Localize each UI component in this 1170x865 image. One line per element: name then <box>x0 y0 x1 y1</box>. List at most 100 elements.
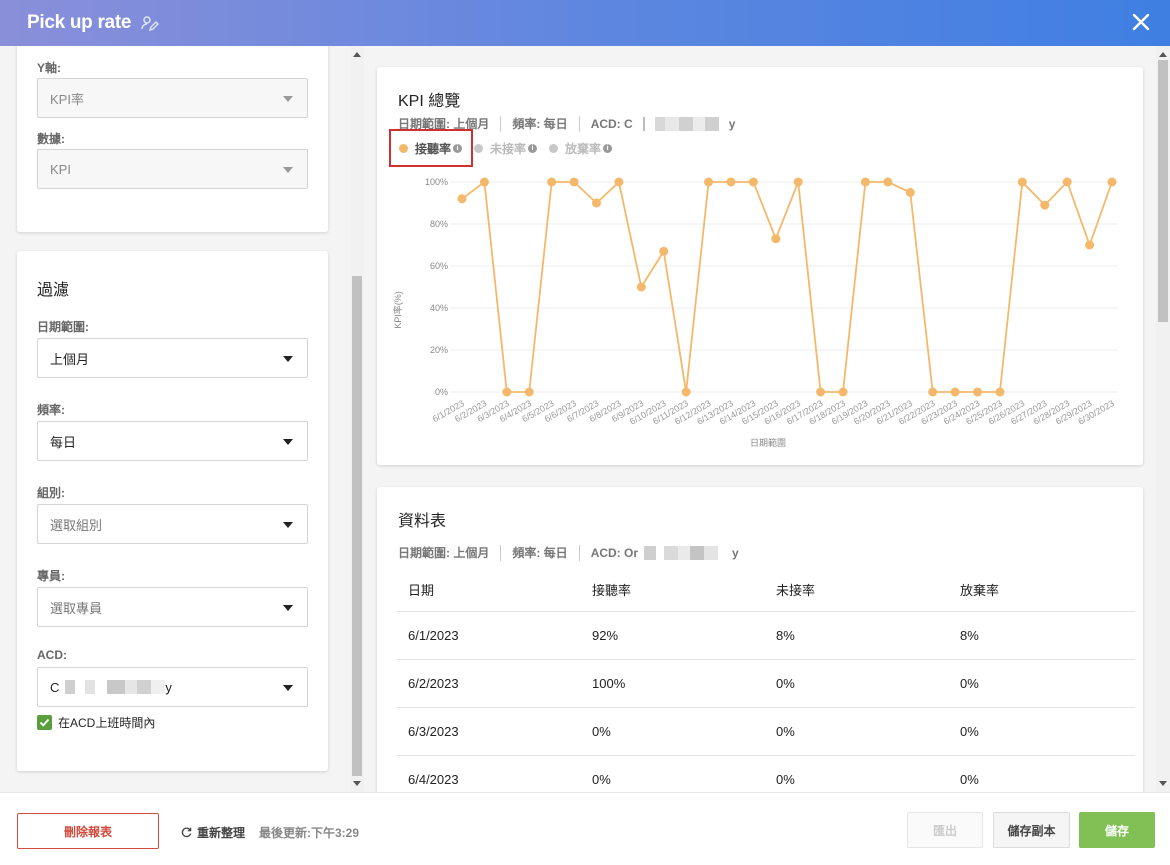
frequency-select[interactable]: 每日 <box>37 421 308 461</box>
table-cell: 0% <box>949 707 1135 756</box>
edit-title-icon[interactable] <box>141 14 160 32</box>
data-label: 數據: <box>37 132 65 146</box>
scroll-down-icon[interactable] <box>353 781 361 786</box>
legend-dot <box>474 143 484 153</box>
data-point[interactable] <box>569 177 579 187</box>
date-range-select[interactable]: 上個月 <box>37 338 308 378</box>
acd-select[interactable]: C y <box>37 667 308 707</box>
data-point[interactable] <box>816 387 826 397</box>
refresh-label: 重新整理 <box>197 826 246 840</box>
data-point[interactable] <box>883 177 893 187</box>
data-point[interactable] <box>838 387 848 397</box>
table-row: 6/4/2023 0% 0% 0% <box>397 755 1135 792</box>
data-point[interactable] <box>524 387 534 397</box>
scroll-down-icon[interactable] <box>1159 781 1167 786</box>
table-cell: 6/2/2023 <box>397 659 581 708</box>
table-row: 6/2/2023 100% 0% 0% <box>397 659 1135 708</box>
left-scrollbar-thumb[interactable] <box>352 276 362 776</box>
table-cell: 6/3/2023 <box>397 707 581 756</box>
data-point[interactable] <box>502 387 512 397</box>
data-point[interactable] <box>479 177 489 187</box>
table-cell: 0% <box>581 755 765 792</box>
export-button[interactable]: 匯出 <box>907 812 983 848</box>
data-point[interactable] <box>1085 240 1095 250</box>
filter-heading: 過濾 <box>37 282 70 299</box>
filter-card: 過濾 日期範圍: 上個月 頻率: 每日 組別: 選取組別 專員: 選取專員 AC… <box>17 251 328 771</box>
scroll-up-icon[interactable] <box>353 52 361 57</box>
data-table: 日期 接聽率 未接率 放棄率 6/1/2023 92% 8% 8% 6/2/20… <box>397 569 1135 792</box>
data-point[interactable] <box>614 177 624 187</box>
column-header-abandoned[interactable]: 放棄率 <box>949 569 1135 612</box>
data-point[interactable] <box>771 234 781 244</box>
agent-select[interactable]: 選取專員 <box>37 587 308 627</box>
table-cell: 0% <box>765 659 949 708</box>
data-point[interactable] <box>636 282 646 292</box>
y-tick-label: 60% <box>430 261 448 271</box>
right-scrollbar[interactable] <box>1156 46 1170 792</box>
data-point[interactable] <box>659 246 669 256</box>
table-cell: 8% <box>765 611 949 660</box>
y-axis-value: KPI率 <box>50 91 84 107</box>
data-point[interactable] <box>1107 177 1117 187</box>
chevron-down-icon <box>283 522 293 528</box>
y-axis-select[interactable]: KPI率 <box>37 78 308 118</box>
data-point[interactable] <box>681 387 691 397</box>
data-point[interactable] <box>704 177 714 187</box>
chart-legend: 接聽率 i 未接率 i 放棄率 i <box>389 129 622 167</box>
data-point[interactable] <box>457 194 467 204</box>
data-point[interactable] <box>950 387 960 397</box>
data-point[interactable] <box>928 387 938 397</box>
checkmark-icon <box>37 715 52 730</box>
legend-item-missed[interactable]: 未接率 i <box>474 140 545 157</box>
redacted-text <box>634 116 729 131</box>
save-button[interactable]: 儲存 <box>1079 812 1155 848</box>
series-line <box>461 179 1113 393</box>
y-tick-label: 40% <box>430 303 448 313</box>
data-point[interactable] <box>1040 200 1050 210</box>
data-point[interactable] <box>973 387 983 397</box>
data-point[interactable] <box>591 198 601 208</box>
data-point[interactable] <box>748 177 758 187</box>
data-point[interactable] <box>1017 177 1027 187</box>
info-icon[interactable]: i <box>528 143 538 153</box>
acd-hours-checkbox[interactable]: 在ACD上班時間內 <box>37 714 155 731</box>
redacted-text <box>65 680 166 694</box>
group-label: 組別: <box>37 486 65 500</box>
table-meta-acd: ACD: Or <box>590 545 639 560</box>
legend-item-abandoned[interactable]: 放棄率 i <box>549 140 620 157</box>
table-cell: 0% <box>581 707 765 756</box>
column-header-missed[interactable]: 未接率 <box>765 569 949 612</box>
frequency-value: 每日 <box>50 434 77 450</box>
delete-report-button[interactable]: 刪除報表 <box>17 813 159 849</box>
legend-label: 未接率 <box>490 141 527 156</box>
data-point[interactable] <box>995 387 1005 397</box>
data-point[interactable] <box>726 177 736 187</box>
data-point[interactable] <box>905 188 915 197</box>
data-value: KPI <box>50 161 71 177</box>
kpi-line-chart: 0%20%40%60%80%100% 6/1/20236/2/20236/3/2… <box>392 177 1118 448</box>
close-icon[interactable] <box>1130 11 1152 33</box>
data-point[interactable] <box>547 177 557 187</box>
scroll-up-icon[interactable] <box>1159 52 1167 57</box>
data-select[interactable]: KPI <box>37 149 308 189</box>
save-copy-button[interactable]: 儲存副本 <box>993 812 1070 848</box>
right-scrollbar-thumb[interactable] <box>1158 60 1168 322</box>
redacted-text <box>638 545 733 560</box>
group-select[interactable]: 選取組別 <box>37 504 308 544</box>
table-cell: 0% <box>949 755 1135 792</box>
refresh-button[interactable]: 重新整理 <box>181 824 245 841</box>
column-header-pickup[interactable]: 接聽率 <box>581 569 765 612</box>
data-point[interactable] <box>793 177 803 187</box>
acd-value-end: y <box>165 679 172 695</box>
axis-settings-card: Y軸: KPI率 數據: KPI <box>17 46 328 232</box>
kpi-chart-card: KPI 總覽 日期範圍: 上個月 頻率: 每日 ACD: C y 接聽率 i 未… <box>377 67 1143 465</box>
left-scrollbar[interactable] <box>350 46 364 792</box>
data-point[interactable] <box>1062 177 1072 187</box>
info-icon[interactable]: i <box>603 143 613 153</box>
chevron-down-icon <box>283 605 293 611</box>
table-cell: 100% <box>581 659 765 708</box>
column-header-date[interactable]: 日期 <box>397 569 581 612</box>
y-tick-label: 100% <box>425 177 448 187</box>
data-point[interactable] <box>860 177 870 187</box>
y-axis-label: Y軸: <box>37 61 62 75</box>
